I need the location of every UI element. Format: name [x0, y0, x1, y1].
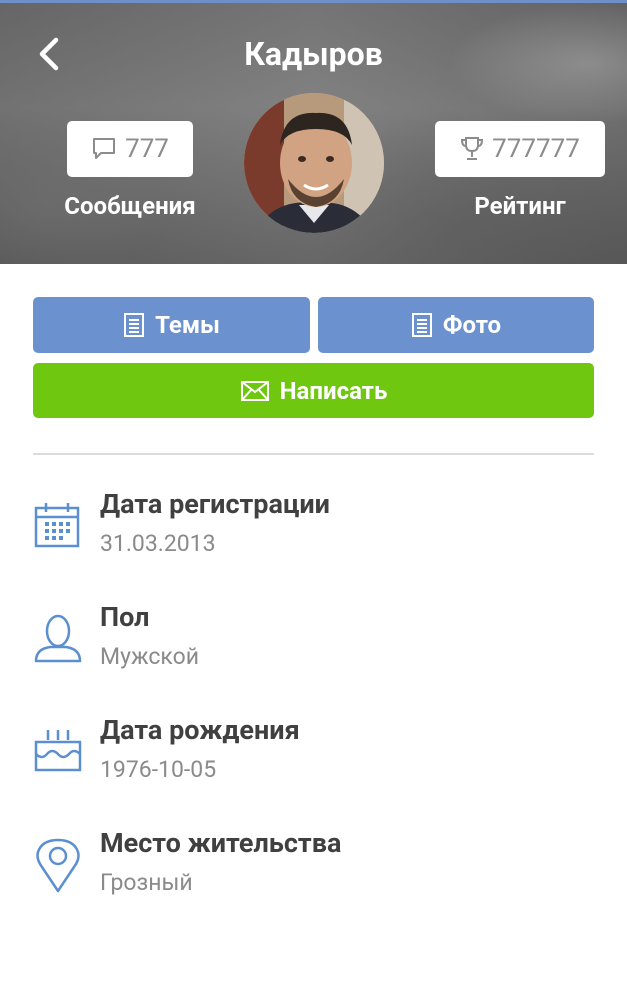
envelope-icon [240, 380, 269, 401]
info-row-registration-date: Дата регистрации 31.03.2013 [0, 488, 627, 578]
info-row-residence: Место жительства Грозный [0, 827, 627, 917]
info-value: 31.03.2013 [100, 530, 216, 557]
user-icon [34, 614, 82, 663]
info-value: Грозный [100, 869, 193, 896]
trophy-icon [461, 137, 484, 160]
messages-count: 777 [125, 134, 169, 164]
rating-count: 777777 [492, 134, 580, 164]
info-label: Дата регистрации [100, 488, 330, 520]
avatar [244, 93, 384, 233]
info-row-birth-date: Дата рождения 1976-10-05 [0, 714, 627, 804]
info-value: 1976-10-05 [100, 756, 217, 783]
messages-count-box[interactable]: 777 [67, 121, 193, 177]
photo-button[interactable]: Фото [318, 297, 594, 353]
photo-button-label: Фото [442, 311, 502, 339]
speech-bubble-icon [93, 138, 116, 159]
write-message-label: Написать [279, 376, 388, 405]
info-label: Пол [100, 601, 150, 633]
profile-name-title: Кадыров [244, 35, 383, 73]
location-pin-icon [36, 838, 80, 893]
rating-label: Рейтинг [474, 192, 566, 220]
birthday-cake-icon [34, 730, 82, 772]
topics-button[interactable]: Темы [33, 297, 310, 353]
document-icon [124, 313, 145, 337]
info-row-gender: Пол Мужской [0, 601, 627, 691]
write-message-button[interactable]: Написать [33, 363, 594, 418]
messages-label: Сообщения [64, 192, 196, 220]
calendar-icon [34, 503, 80, 548]
info-value: Мужской [100, 643, 199, 670]
info-label: Дата рождения [100, 714, 300, 746]
divider [33, 453, 594, 455]
topics-button-label: Темы [155, 311, 220, 339]
rating-count-box[interactable]: 777777 [435, 121, 605, 177]
document-icon [411, 313, 432, 337]
profile-header: Кадыров 777 Сообщения 777777 Рейтинг [0, 3, 627, 264]
info-label: Место жительства [100, 827, 342, 859]
